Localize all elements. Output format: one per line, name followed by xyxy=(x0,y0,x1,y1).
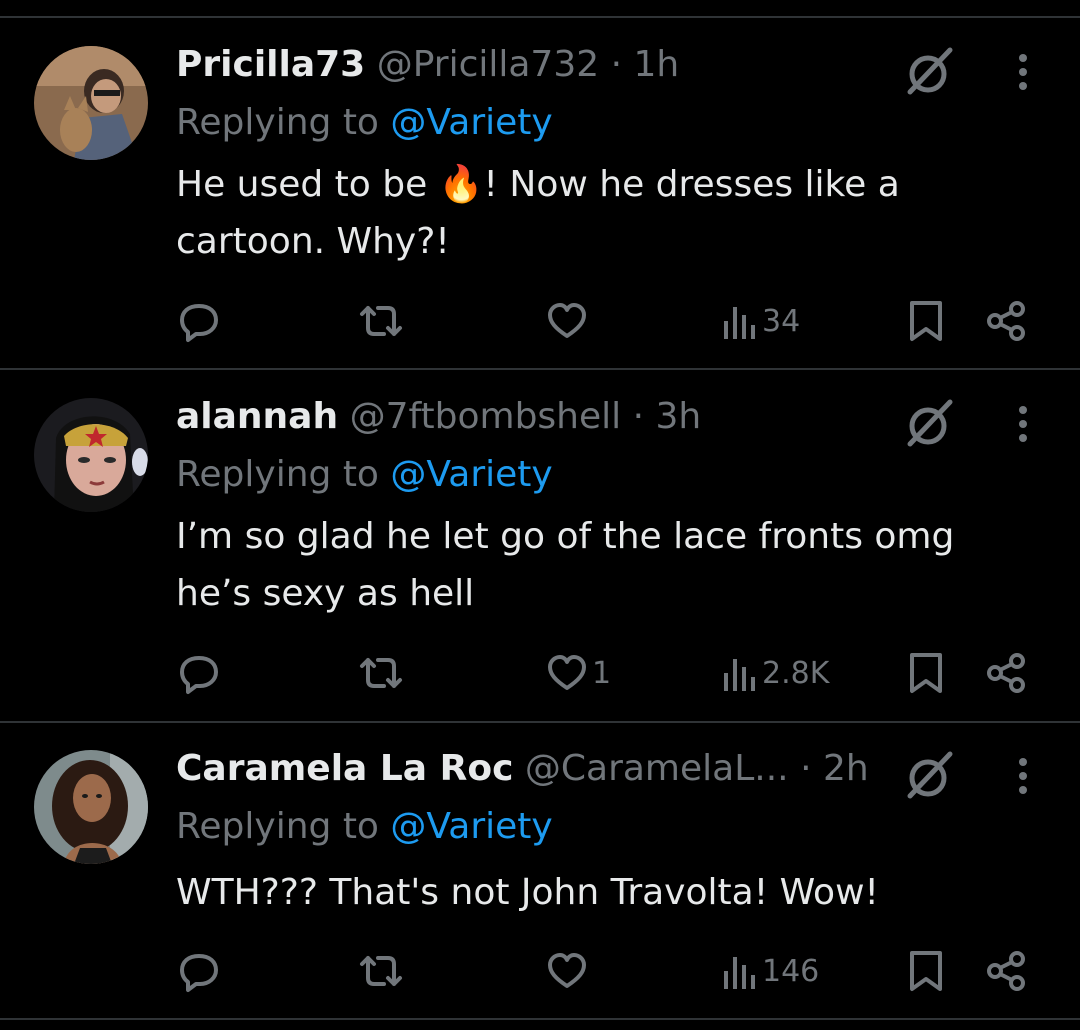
share-button[interactable] xyxy=(984,648,1028,698)
like-count: 1 xyxy=(592,655,612,691)
like-button[interactable] xyxy=(546,296,592,346)
retweet-button[interactable] xyxy=(356,648,406,698)
bookmark-button[interactable] xyxy=(908,296,944,346)
display-name[interactable]: alannah xyxy=(176,396,338,437)
tweet-pricilla73[interactable]: Pricilla73 @Pricilla732 · 1h Replying to… xyxy=(0,40,1080,360)
grok-icon[interactable] xyxy=(904,750,956,802)
more-options-icon[interactable] xyxy=(1006,48,1040,96)
avatar[interactable] xyxy=(34,46,148,160)
retweet-icon xyxy=(360,306,402,336)
retweet-icon xyxy=(360,956,402,986)
mention-link[interactable]: @Variety xyxy=(390,454,552,495)
heart-icon xyxy=(548,303,586,338)
heart-icon xyxy=(548,953,586,988)
retweet-button[interactable] xyxy=(356,296,406,346)
view-count: 2.8K xyxy=(762,655,830,691)
like-button[interactable] xyxy=(546,946,592,996)
tweet-actions: 34 xyxy=(0,296,1080,346)
views-icon xyxy=(724,957,755,989)
retweet-icon xyxy=(360,658,402,688)
tweet-text: He used to be 🔥! Now he dresses like a c… xyxy=(176,156,1036,270)
avatar[interactable] xyxy=(34,398,148,512)
like-button[interactable]: 1 xyxy=(546,648,611,698)
tweet-header: Caramela La Roc @CaramelaL... · 2h xyxy=(176,744,869,794)
replying-to: Replying to @Variety xyxy=(176,802,553,852)
grok-icon[interactable] xyxy=(904,398,956,450)
timestamp[interactable]: 3h xyxy=(656,396,702,437)
separator-dot: · xyxy=(632,396,645,437)
separator-dot: · xyxy=(800,748,812,789)
share-button[interactable] xyxy=(984,296,1028,346)
replying-to: Replying to @Variety xyxy=(176,450,553,500)
avatar[interactable] xyxy=(34,750,148,864)
top-divider xyxy=(0,16,1080,18)
reply-icon xyxy=(180,304,218,342)
bottom-divider xyxy=(0,1018,1080,1020)
user-handle[interactable]: @Pricilla732 xyxy=(377,44,599,85)
retweet-button[interactable] xyxy=(356,946,406,996)
replying-to-label: Replying to xyxy=(176,454,379,495)
view-count: 34 xyxy=(762,303,801,339)
separator-dot: · xyxy=(610,44,623,85)
mention-link[interactable]: @Variety xyxy=(390,806,552,847)
reply-button[interactable] xyxy=(176,296,222,346)
more-options-icon[interactable] xyxy=(1006,400,1040,448)
tweet-divider xyxy=(0,721,1080,723)
user-handle[interactable]: @CaramelaL... xyxy=(525,748,789,789)
share-icon xyxy=(987,301,1025,341)
tweet-actions: 146 xyxy=(0,946,1080,996)
tweet-header: alannah @7ftbombshell · 3h xyxy=(176,392,701,442)
reply-button[interactable] xyxy=(176,946,222,996)
tweet-text: WTH??? That's not John Travolta! Wow! xyxy=(176,872,879,913)
share-icon xyxy=(987,951,1025,991)
display-name[interactable]: Pricilla73 xyxy=(176,44,365,85)
bookmark-icon xyxy=(910,653,942,693)
views-button[interactable]: 2.8K xyxy=(722,648,829,698)
tweet-text-part: He used to be xyxy=(176,164,439,205)
replying-to-label: Replying to xyxy=(176,102,379,143)
heart-icon xyxy=(548,655,586,690)
views-icon xyxy=(724,307,755,339)
tweet-actions: 1 2.8K xyxy=(0,648,1080,698)
tweet-divider xyxy=(0,368,1080,370)
bookmark-button[interactable] xyxy=(908,946,944,996)
tweet-header: Pricilla73 @Pricilla732 · 1h xyxy=(176,40,679,90)
views-icon xyxy=(724,659,755,691)
fire-emoji: 🔥 xyxy=(438,164,484,205)
mention-link[interactable]: @Variety xyxy=(390,102,552,143)
bookmark-icon xyxy=(910,301,942,341)
timestamp[interactable]: 2h xyxy=(823,748,869,789)
user-handle[interactable]: @7ftbombshell xyxy=(350,396,622,437)
bookmark-icon xyxy=(910,951,942,991)
timestamp[interactable]: 1h xyxy=(634,44,680,85)
view-count: 146 xyxy=(762,953,820,989)
share-button[interactable] xyxy=(984,946,1028,996)
views-button[interactable]: 34 xyxy=(722,296,800,346)
tweet-alannah[interactable]: alannah @7ftbombshell · 3h Replying to @… xyxy=(0,392,1080,712)
tweet-caramela[interactable]: Caramela La Roc @CaramelaL... · 2h Reply… xyxy=(0,744,1080,1014)
reply-icon xyxy=(180,954,218,992)
views-button[interactable]: 146 xyxy=(722,946,819,996)
tweet-text: I’m so glad he let go of the lace fronts… xyxy=(176,516,955,614)
share-icon xyxy=(987,653,1025,693)
replying-to-label: Replying to xyxy=(176,806,379,847)
reply-button[interactable] xyxy=(176,648,222,698)
display-name[interactable]: Caramela La Roc xyxy=(176,748,513,789)
reply-icon xyxy=(180,656,218,694)
more-options-icon[interactable] xyxy=(1006,752,1040,800)
bookmark-button[interactable] xyxy=(908,648,944,698)
replying-to: Replying to @Variety xyxy=(176,98,553,148)
grok-icon[interactable] xyxy=(904,46,956,98)
